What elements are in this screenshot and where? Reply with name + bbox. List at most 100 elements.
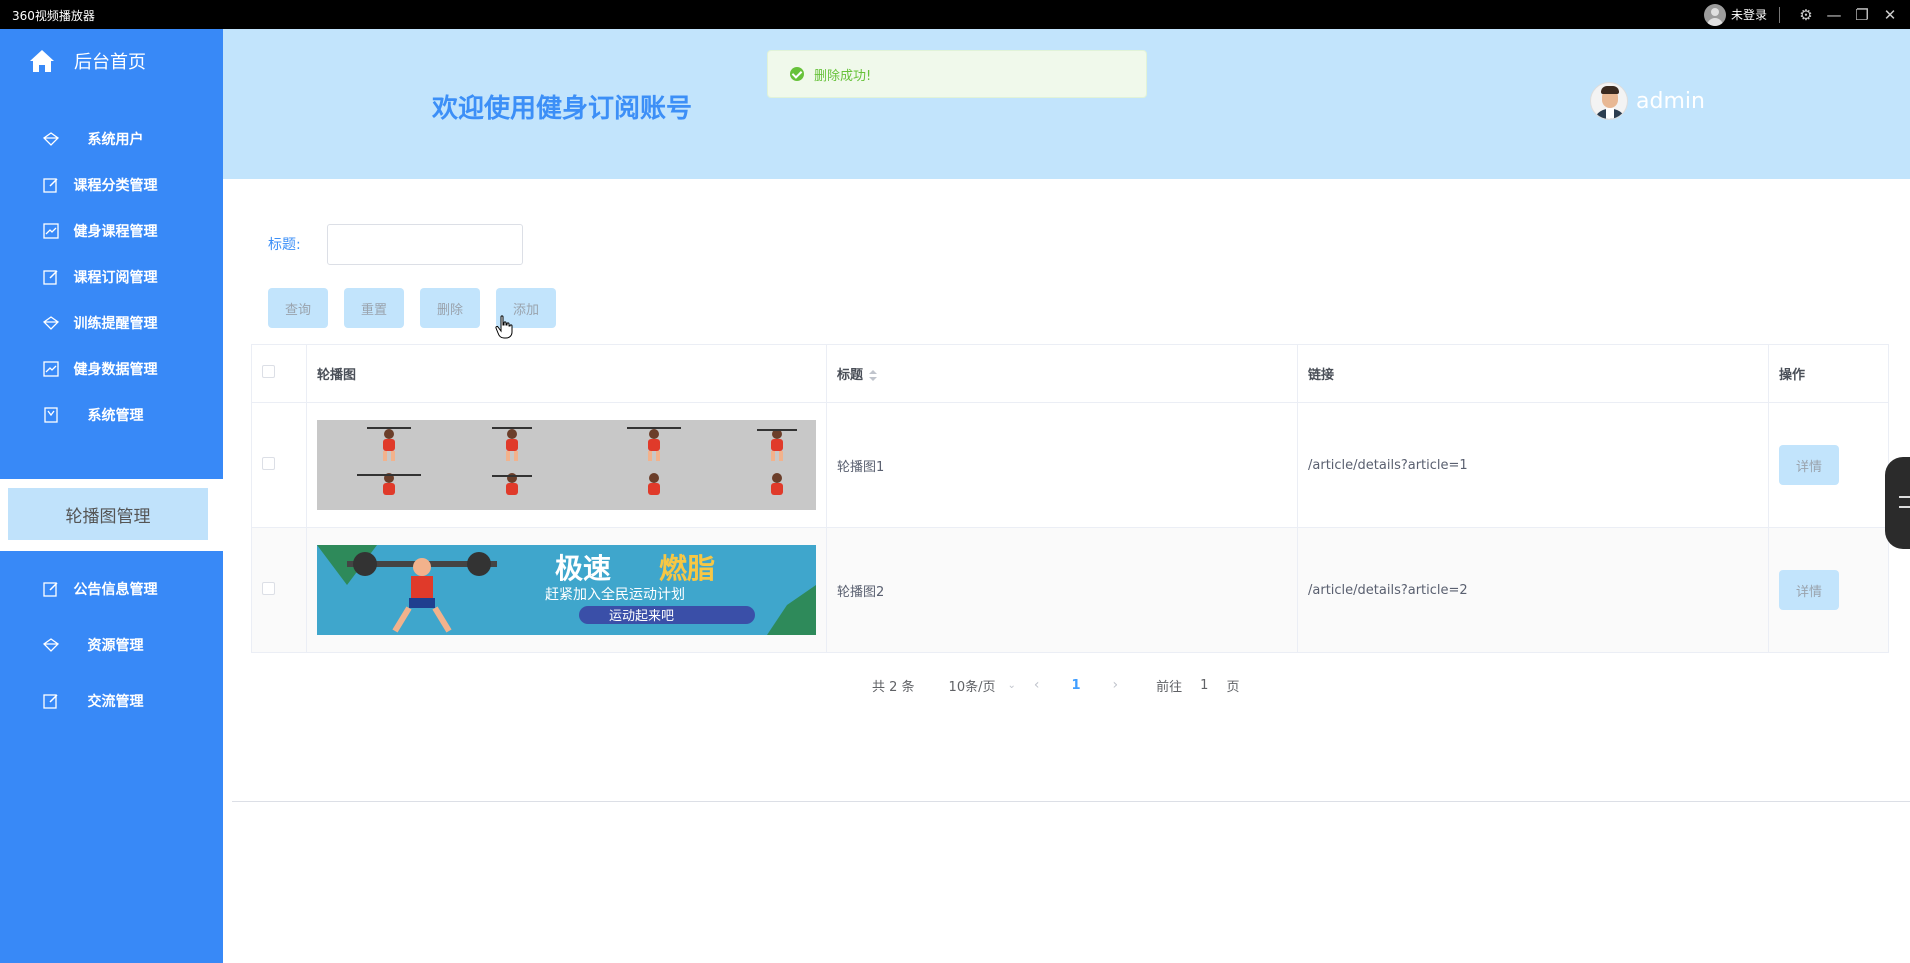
column-header-title[interactable]: 标题 (826, 344, 1298, 403)
minimize-icon[interactable]: — (1820, 0, 1848, 29)
sidebar-item-label: 健身课程管理 (73, 224, 158, 240)
carousel-table: 轮播图 标题 链接 操作 轮播图1 /article/details?artic… (251, 344, 1889, 653)
next-page-icon[interactable]: › (1113, 677, 1119, 693)
table-row: 极速 燃脂 赶紧加入全民运动计划 运动起来吧 轮播图2 /article/det… (251, 527, 1889, 653)
avatar[interactable] (1590, 82, 1628, 120)
diamond-icon (42, 314, 60, 332)
row-select-cell[interactable] (251, 402, 307, 528)
title-bar-controls: 未登录 ⚙ — ❐ ✕ (1703, 0, 1904, 29)
sidebar-item-label: 系统管理 (87, 408, 144, 424)
chart-icon (42, 222, 60, 240)
sidebar-item-resources[interactable]: 资源管理 (0, 625, 223, 665)
sidebar-item-training-reminder[interactable]: 训练提醒管理 (0, 303, 223, 343)
column-header-action: 操作 (1768, 344, 1889, 403)
sidebar-active-group: 轮播图管理 (0, 479, 223, 551)
banner-headline-1: 极速 (555, 552, 611, 585)
sidebar-home[interactable]: 后台首页 (0, 43, 223, 79)
sidebar-item-carousel-management[interactable]: 轮播图管理 (8, 488, 208, 540)
carousel-image-weightlifters (317, 420, 816, 510)
sidebar-item-fitness-course[interactable]: 健身课程管理 (0, 211, 223, 251)
username[interactable]: admin (1636, 89, 1705, 114)
row-checkbox[interactable] (262, 581, 275, 595)
row-select-cell[interactable] (251, 527, 307, 653)
hand-cursor-icon (495, 315, 513, 339)
link-cell: /article/details?article=2 (1297, 527, 1769, 653)
page-size-select[interactable]: 10条/页 ⌄ (949, 676, 1016, 695)
link-cell: /article/details?article=1 (1297, 402, 1769, 528)
query-button[interactable]: 查询 (268, 288, 328, 328)
sidebar-item-label: 系统用户 (87, 132, 144, 148)
delete-button[interactable]: 删除 (420, 288, 480, 328)
close-icon[interactable]: ✕ (1876, 0, 1904, 29)
toast-message: 删除成功! (814, 68, 872, 84)
page-size-value: 10条/页 (948, 679, 996, 695)
user-profile[interactable]: admin (1590, 82, 1705, 120)
sidebar: 后台首页 系统用户 课程分类管理 健身课程管理 课程订阅管理 训练提醒管理 健身… (0, 29, 223, 963)
sidebar-item-label: 交流管理 (87, 694, 144, 710)
sidebar-item-label: 资源管理 (87, 638, 144, 654)
image-cell: 极速 燃脂 赶紧加入全民运动计划 运动起来吧 (306, 527, 827, 653)
app-title: 360视频播放器 (12, 9, 95, 23)
floating-side-tab[interactable] (1885, 457, 1910, 549)
title-bar-separator (1779, 6, 1780, 23)
chevron-down-icon: ⌄ (1007, 679, 1016, 691)
title-cell: 轮播图1 (826, 402, 1298, 528)
footer-divider (232, 801, 1910, 802)
diamond-icon (42, 130, 60, 148)
edit-icon (42, 692, 60, 710)
edit-icon (42, 580, 60, 598)
title-cell: 轮播图2 (826, 527, 1298, 653)
sidebar-item-label: 健身数据管理 (73, 362, 158, 378)
select-all-checkbox[interactable] (262, 365, 275, 378)
pagination: 共 2 条 10条/页 ⌄ ‹ 1 › 前往 1 页 (872, 674, 1239, 696)
player-title-bar: 360视频播放器 未登录 ⚙ — ❐ ✕ (0, 0, 1910, 29)
sidebar-item-announcement[interactable]: 公告信息管理 (0, 569, 223, 609)
carousel-image-fat-burn: 极速 燃脂 赶紧加入全民运动计划 运动起来吧 (317, 545, 816, 635)
image-cell (306, 402, 827, 528)
sidebar-item-label: 训练提醒管理 (73, 316, 158, 332)
reset-button[interactable]: 重置 (344, 288, 404, 328)
detail-button[interactable]: 详情 (1779, 445, 1839, 485)
login-status[interactable]: 未登录 (1731, 6, 1767, 23)
edit-icon (42, 268, 60, 286)
banner-headline-2: 燃脂 (659, 552, 715, 585)
title-search-input[interactable] (327, 224, 523, 265)
login-avatar-icon[interactable] (1703, 3, 1726, 26)
detail-button[interactable]: 详情 (1779, 570, 1839, 610)
sidebar-item-course-category[interactable]: 课程分类管理 (0, 165, 223, 205)
sort-icon[interactable] (869, 369, 878, 382)
current-page[interactable]: 1 (1071, 678, 1080, 693)
restore-icon[interactable]: ❐ (1848, 0, 1876, 29)
success-check-icon (790, 67, 804, 81)
column-header-link: 链接 (1297, 344, 1769, 403)
page-suffix: 页 (1226, 679, 1240, 695)
sidebar-item-fitness-data[interactable]: 健身数据管理 (0, 349, 223, 389)
diamond-icon (42, 636, 60, 654)
action-cell: 详情 (1768, 402, 1889, 528)
select-all-cell[interactable] (251, 344, 307, 403)
goto-label: 前往 (1156, 679, 1183, 695)
table-header-row: 轮播图 标题 链接 操作 (251, 344, 1889, 403)
prev-page-icon[interactable]: ‹ (1034, 677, 1040, 693)
sidebar-item-communication[interactable]: 交流管理 (0, 681, 223, 721)
table-row: 轮播图1 /article/details?article=1 详情 (251, 402, 1889, 528)
row-checkbox[interactable] (262, 456, 275, 470)
action-cell: 详情 (1768, 527, 1889, 653)
home-icon (30, 50, 54, 72)
page-title: 欢迎使用健身订阅账号 (432, 94, 693, 124)
sidebar-item-system-users[interactable]: 系统用户 (0, 119, 223, 159)
sidebar-item-system-management[interactable]: 系统管理 (0, 395, 223, 435)
banner-subtitle: 赶紧加入全民运动计划 (545, 586, 685, 603)
sidebar-item-course-subscription[interactable]: 课程订阅管理 (0, 257, 223, 297)
banner-badge: 运动起来吧 (609, 609, 674, 624)
edit-icon (42, 176, 60, 194)
goto-page-input[interactable]: 1 (1200, 678, 1208, 693)
sidebar-item-label: 课程订阅管理 (73, 270, 158, 286)
sidebar-item-label: 公告信息管理 (73, 582, 158, 598)
sidebar-home-label: 后台首页 (74, 52, 146, 73)
settings-icon[interactable]: ⚙ (1792, 0, 1820, 29)
sidebar-item-label: 课程分类管理 (73, 178, 158, 194)
success-toast: 删除成功! (767, 50, 1147, 98)
pagination-total: 共 2 条 (872, 679, 915, 695)
chart-icon (42, 360, 60, 378)
